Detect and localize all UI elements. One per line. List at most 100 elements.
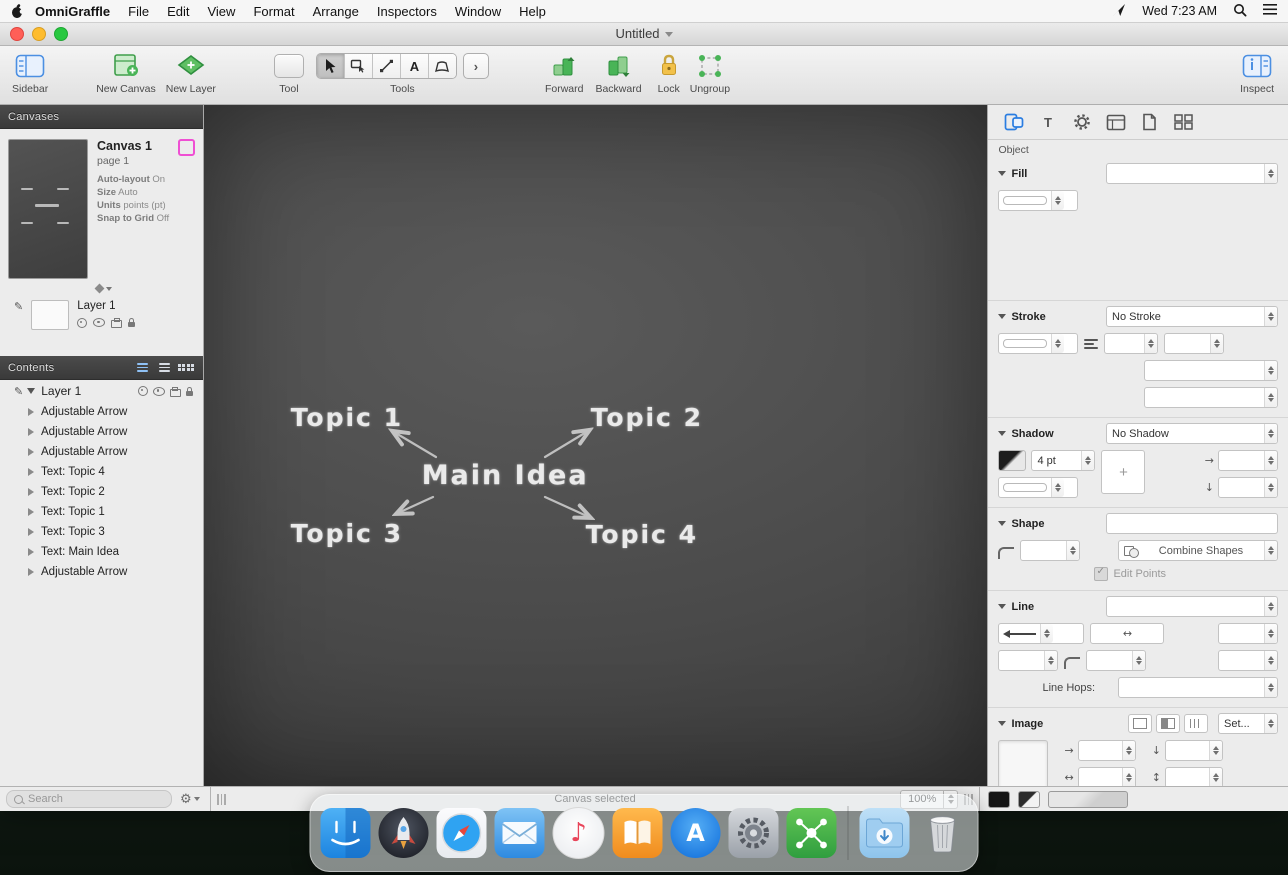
sidebar-toggle-button[interactable]: Sidebar — [12, 51, 48, 95]
tree-layer-name[interactable]: Layer 1 — [41, 384, 81, 398]
stroke-join-dropdown[interactable] — [1144, 360, 1278, 381]
tree-item-adjustable-arrow[interactable]: Adjustable Arrow — [0, 402, 203, 422]
selection-tool-button[interactable] — [317, 54, 345, 78]
app-store-dock-icon[interactable]: A — [671, 808, 721, 858]
object-inspector-tab[interactable] — [1000, 110, 1027, 134]
line-tool-button[interactable] — [373, 54, 401, 78]
ibooks-dock-icon[interactable] — [613, 808, 663, 858]
tree-item-adjustable-arrow[interactable]: Adjustable Arrow — [0, 442, 203, 462]
adjustable-arrows[interactable] — [204, 105, 988, 786]
notification-center-icon[interactable] — [1263, 3, 1278, 19]
disclosure-icon[interactable] — [28, 568, 34, 576]
image-tile-button[interactable] — [1184, 714, 1208, 733]
action-menu-button[interactable]: ⚙ — [180, 792, 200, 807]
text-tool-button[interactable]: A — [401, 54, 429, 78]
inspect-button[interactable]: Inspect — [1240, 51, 1274, 95]
window-title[interactable]: Untitled — [0, 26, 1288, 41]
menu-app-name[interactable]: OmniGraffle — [26, 4, 119, 19]
disclosure-open-icon[interactable] — [998, 521, 1006, 526]
image-set-dropdown[interactable]: Set... — [1218, 713, 1278, 734]
safari-dock-icon[interactable] — [437, 808, 487, 858]
canvas[interactable]: Topic 1 Topic 2 Main Idea Topic 3 Topic … — [204, 105, 988, 786]
fill-style-control[interactable] — [998, 190, 1078, 211]
layer-status-icon[interactable] — [138, 386, 148, 396]
image-width-field[interactable] — [1078, 767, 1136, 786]
disclosure-icon[interactable] — [28, 548, 34, 556]
layer-visibility-icon[interactable] — [93, 318, 105, 327]
layer-visibility-icon[interactable] — [153, 387, 165, 396]
shadow-blur-field[interactable]: 4 pt — [1031, 450, 1095, 471]
disclosure-open-icon[interactable] — [998, 721, 1006, 726]
stroke-width-field[interactable] — [1104, 333, 1158, 354]
downloads-dock-icon[interactable] — [860, 808, 910, 858]
location-icon[interactable] — [1112, 3, 1126, 20]
shadow-x-offset-field[interactable] — [1218, 450, 1278, 471]
menu-inspectors[interactable]: Inspectors — [368, 4, 446, 19]
image-fit-button[interactable] — [1128, 714, 1152, 733]
canvas-thumbnail[interactable] — [8, 139, 88, 279]
disclosure-icon[interactable] — [28, 508, 34, 516]
tree-item-adjustable-arrow[interactable]: Adjustable Arrow — [0, 422, 203, 442]
line-radius-field[interactable] — [1086, 650, 1146, 671]
layer-status-icon[interactable] — [77, 318, 87, 328]
shape-field[interactable] — [1106, 513, 1278, 534]
layer-name[interactable]: Layer 1 — [77, 300, 135, 312]
launchpad-dock-icon[interactable] — [379, 808, 429, 858]
stroke-color-swatch[interactable] — [1018, 791, 1040, 808]
stroke-cap-dropdown[interactable] — [1144, 387, 1278, 408]
line-width-field[interactable] — [998, 650, 1058, 671]
image-x-offset-field[interactable] — [1078, 740, 1136, 761]
system-preferences-dock-icon[interactable] — [729, 808, 779, 858]
shadow-style-control[interactable] — [998, 477, 1078, 498]
menu-help[interactable]: Help — [510, 4, 555, 19]
image-half-button[interactable] — [1156, 714, 1180, 733]
layer-thumbnail[interactable] — [31, 300, 69, 330]
more-tools-button[interactable]: › — [463, 53, 489, 79]
menu-arrange[interactable]: Arrange — [304, 4, 368, 19]
properties-inspector-tab[interactable] — [1068, 110, 1095, 134]
tree-item-text-topic2[interactable]: Text: Topic 2 — [0, 482, 203, 502]
shadow-type-dropdown[interactable]: No Shadow — [1106, 423, 1278, 444]
itunes-dock-icon[interactable]: ♪ — [553, 807, 605, 859]
disclosure-open-icon[interactable] — [998, 171, 1006, 176]
outline-view-button[interactable] — [156, 361, 173, 374]
layer-print-icon[interactable] — [170, 389, 181, 397]
layer-print-icon[interactable] — [111, 320, 122, 328]
disclosure-icon[interactable] — [28, 488, 34, 496]
corner-radius-field[interactable] — [1020, 540, 1080, 561]
topic-4-text[interactable]: Topic 4 — [586, 520, 698, 549]
fill-color-swatch[interactable] — [988, 791, 1010, 808]
layer-list-item[interactable]: ✎ Layer 1 — [0, 292, 203, 340]
layer-lock-icon[interactable] — [128, 322, 135, 327]
menu-window[interactable]: Window — [446, 4, 510, 19]
topic-2-text[interactable]: Topic 2 — [591, 403, 703, 432]
tree-item-text-topic4[interactable]: Text: Topic 4 — [0, 462, 203, 482]
shared-layers-control[interactable] — [96, 285, 203, 292]
ungroup-button[interactable]: Ungroup — [690, 51, 730, 95]
omnigraffle-dock-icon[interactable] — [787, 808, 837, 858]
tree-item-text-topic3[interactable]: Text: Topic 3 — [0, 522, 203, 542]
menu-file[interactable]: File — [119, 4, 158, 19]
shadow-y-offset-field[interactable] — [1218, 477, 1278, 498]
menu-edit[interactable]: Edit — [158, 4, 198, 19]
combine-shapes-button[interactable]: Combine Shapes — [1118, 540, 1278, 561]
edit-points-checkbox[interactable] — [1094, 567, 1108, 581]
shadow-color-well[interactable] — [998, 450, 1026, 471]
backward-button[interactable]: Backward — [595, 51, 641, 95]
main-idea-text[interactable]: Main Idea — [422, 460, 589, 491]
tree-item-adjustable-arrow[interactable]: Adjustable Arrow — [0, 562, 203, 582]
stencils-inspector-tab[interactable] — [1170, 110, 1197, 134]
disclosure-icon[interactable] — [28, 408, 34, 416]
shape-tool-button[interactable] — [345, 54, 373, 78]
grid-view-button[interactable] — [178, 361, 195, 374]
disclosure-icon[interactable] — [28, 528, 34, 536]
image-y-offset-field[interactable] — [1165, 740, 1223, 761]
stroke-alignment-icon[interactable] — [1084, 339, 1098, 349]
line-middle-dropdown[interactable]: ↔ — [1090, 623, 1164, 644]
line-start-arrow-dropdown[interactable] — [998, 623, 1084, 644]
new-layer-button[interactable]: New Layer — [166, 51, 216, 95]
apple-logo-icon[interactable] — [10, 3, 24, 19]
disclosure-open-icon[interactable] — [998, 314, 1006, 319]
stroke-style-control[interactable] — [998, 333, 1078, 354]
line-jump-field[interactable] — [1218, 650, 1278, 671]
